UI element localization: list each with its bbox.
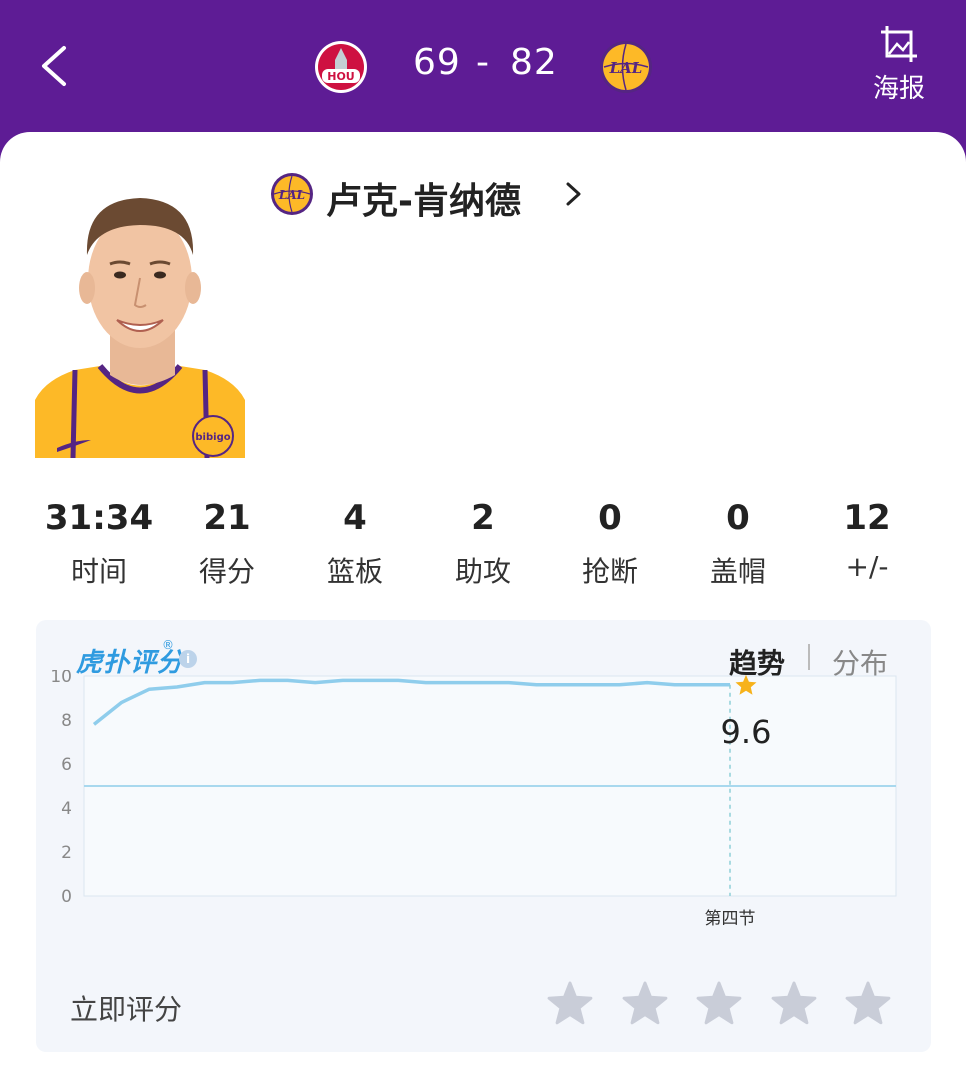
poster-image-icon: [881, 26, 917, 62]
player-photo: bibigo: [35, 170, 245, 458]
stat-label: 篮板: [326, 555, 383, 588]
svg-text:LAL: LAL: [609, 59, 643, 77]
stat-label: 时间: [70, 555, 127, 588]
stat-value: 21: [203, 498, 251, 538]
player-name[interactable]: 卢克-肯纳德: [326, 172, 521, 224]
rating-panel: 虎扑评分 ® i 趋势 分布 0 2 4 6 8 10 第四节 9.6 立即评分: [36, 620, 931, 1052]
stat-value: 2: [471, 498, 495, 538]
stat-value: 0: [598, 498, 622, 538]
stat-value: 31:34: [44, 498, 154, 538]
y-tick-label: 2: [61, 843, 72, 863]
stat-blocks: 0 盖帽: [674, 498, 802, 590]
stat-plus-minus: 12 +/-: [803, 498, 931, 583]
poster-button[interactable]: 海报: [864, 24, 934, 108]
rate-star-5-icon[interactable]: [844, 980, 892, 1028]
stat-value: 4: [343, 498, 367, 538]
chevron-right-icon[interactable]: [564, 178, 584, 210]
rating-trend-chart: 0 2 4 6 8 10 第四节 9.6: [50, 670, 897, 929]
stat-label: +/-: [845, 550, 889, 583]
player-team-logo: LAL: [270, 172, 314, 216]
stat-value: 12: [843, 498, 891, 538]
away-score: 82: [510, 42, 558, 83]
y-tick-label: 10: [50, 670, 72, 687]
svg-text:HOU: HOU: [327, 70, 355, 83]
top-bar: HOU 69 - 82 LAL 海报: [0, 0, 966, 132]
stat-rebounds: 4 篮板: [291, 498, 419, 590]
poster-label: 海报: [872, 74, 925, 104]
y-tick-label: 8: [61, 711, 72, 731]
rate-star-4-icon[interactable]: [770, 980, 818, 1028]
info-icon[interactable]: i: [179, 650, 197, 668]
rate-star-3-icon[interactable]: [695, 980, 743, 1028]
current-score-value: 9.6: [721, 713, 772, 751]
stat-label: 盖帽: [709, 555, 766, 588]
y-tick-label: 4: [61, 799, 72, 819]
stat-value: 0: [726, 498, 750, 538]
rate-star-2-icon[interactable]: [621, 980, 669, 1028]
registered-mark: ®: [162, 638, 174, 652]
rate-star-1-icon[interactable]: [546, 980, 594, 1028]
stat-minutes: 31:34 时间: [35, 498, 163, 590]
away-team-logo[interactable]: LAL: [599, 40, 653, 94]
home-team-logo[interactable]: HOU: [314, 40, 368, 94]
x-marker-label: 第四节: [705, 909, 756, 929]
stat-label: 抢断: [581, 555, 638, 588]
tab-divider: [808, 644, 810, 670]
y-tick-label: 6: [61, 755, 72, 775]
player-card: bibigo LAL 卢克-肯纳德 31:34 时间 21 得分 4 篮板 2 …: [0, 132, 966, 1080]
rate-now-label: 立即评分: [70, 993, 183, 1026]
back-button[interactable]: [36, 44, 76, 88]
stat-label: 得分: [198, 555, 255, 588]
home-score: 69: [413, 42, 461, 83]
stat-points: 21 得分: [163, 498, 291, 590]
score-separator: -: [476, 42, 490, 83]
stat-assists: 2 助攻: [419, 498, 547, 590]
chevron-left-icon: [42, 46, 66, 86]
stat-steals: 0 抢断: [546, 498, 674, 590]
stat-label: 助攻: [454, 555, 511, 588]
y-tick-label: 0: [61, 887, 72, 907]
svg-text:bibigo: bibigo: [195, 432, 230, 443]
svg-text:LAL: LAL: [278, 188, 305, 202]
